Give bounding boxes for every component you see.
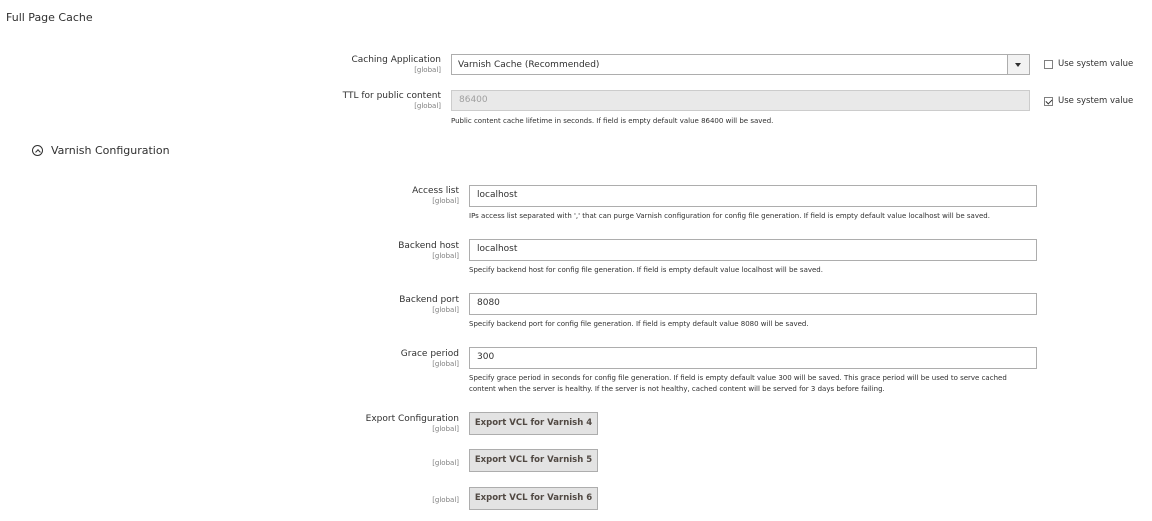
grace-period-scope: [global] — [432, 360, 459, 368]
export-vcl-varnish-6-button[interactable]: Export VCL for Varnish 6 — [469, 487, 598, 510]
backend-host-scope: [global] — [432, 252, 459, 260]
access-list-label: Access list — [412, 186, 459, 196]
access-list-scope: [global] — [432, 197, 459, 205]
backend-port-scope: [global] — [432, 306, 459, 314]
ttl-use-system-label: Use system value — [1058, 96, 1134, 106]
grace-period-input[interactable]: 300 — [469, 347, 1037, 369]
export-vcl-varnish-5-button[interactable]: Export VCL for Varnish 5 — [469, 449, 598, 472]
backend-host-input[interactable]: localhost — [469, 239, 1037, 261]
caching-application-use-system-checkbox[interactable] — [1044, 60, 1053, 69]
export-configuration-scope: [global] — [432, 425, 459, 433]
section-title: Full Page Cache — [6, 11, 93, 24]
ttl-use-system-checkbox[interactable] — [1044, 97, 1053, 106]
caching-application-label: Caching Application — [351, 55, 441, 65]
access-list-note: IPs access list separated with ',' that … — [469, 212, 990, 220]
export-varnish-6-scope: [global] — [432, 496, 459, 504]
export-vcl-varnish-4-button[interactable]: Export VCL for Varnish 4 — [469, 412, 598, 435]
backend-port-input[interactable]: 8080 — [469, 293, 1037, 315]
caching-application-select[interactable]: Varnish Cache (Recommended) — [451, 54, 1030, 75]
ttl-note: Public content cache lifetime in seconds… — [451, 117, 774, 125]
varnish-configuration-toggle[interactable]: Varnish Configuration — [51, 144, 170, 157]
caching-application-use-system-label: Use system value — [1058, 59, 1134, 69]
ttl-scope: [global] — [414, 102, 441, 110]
chevron-down-icon[interactable] — [1007, 55, 1029, 74]
caching-application-scope: [global] — [414, 66, 441, 74]
grace-period-note-line2: content when the server is healthy. If t… — [469, 385, 885, 393]
backend-port-note: Specify backend port for config file gen… — [469, 320, 809, 328]
access-list-input[interactable]: localhost — [469, 185, 1037, 207]
collapse-up-icon[interactable] — [32, 145, 43, 156]
caching-application-value: Varnish Cache (Recommended) — [458, 60, 600, 70]
ttl-input[interactable]: 86400 — [451, 90, 1030, 111]
backend-port-label: Backend port — [399, 295, 459, 305]
grace-period-note-line1: Specify grace period in seconds for conf… — [469, 374, 1007, 382]
ttl-label: TTL for public content — [342, 91, 441, 101]
backend-host-note: Specify backend host for config file gen… — [469, 266, 823, 274]
export-configuration-label: Export Configuration — [365, 414, 459, 424]
grace-period-label: Grace period — [400, 349, 459, 359]
export-varnish-5-scope: [global] — [432, 459, 459, 467]
backend-host-label: Backend host — [398, 241, 459, 251]
